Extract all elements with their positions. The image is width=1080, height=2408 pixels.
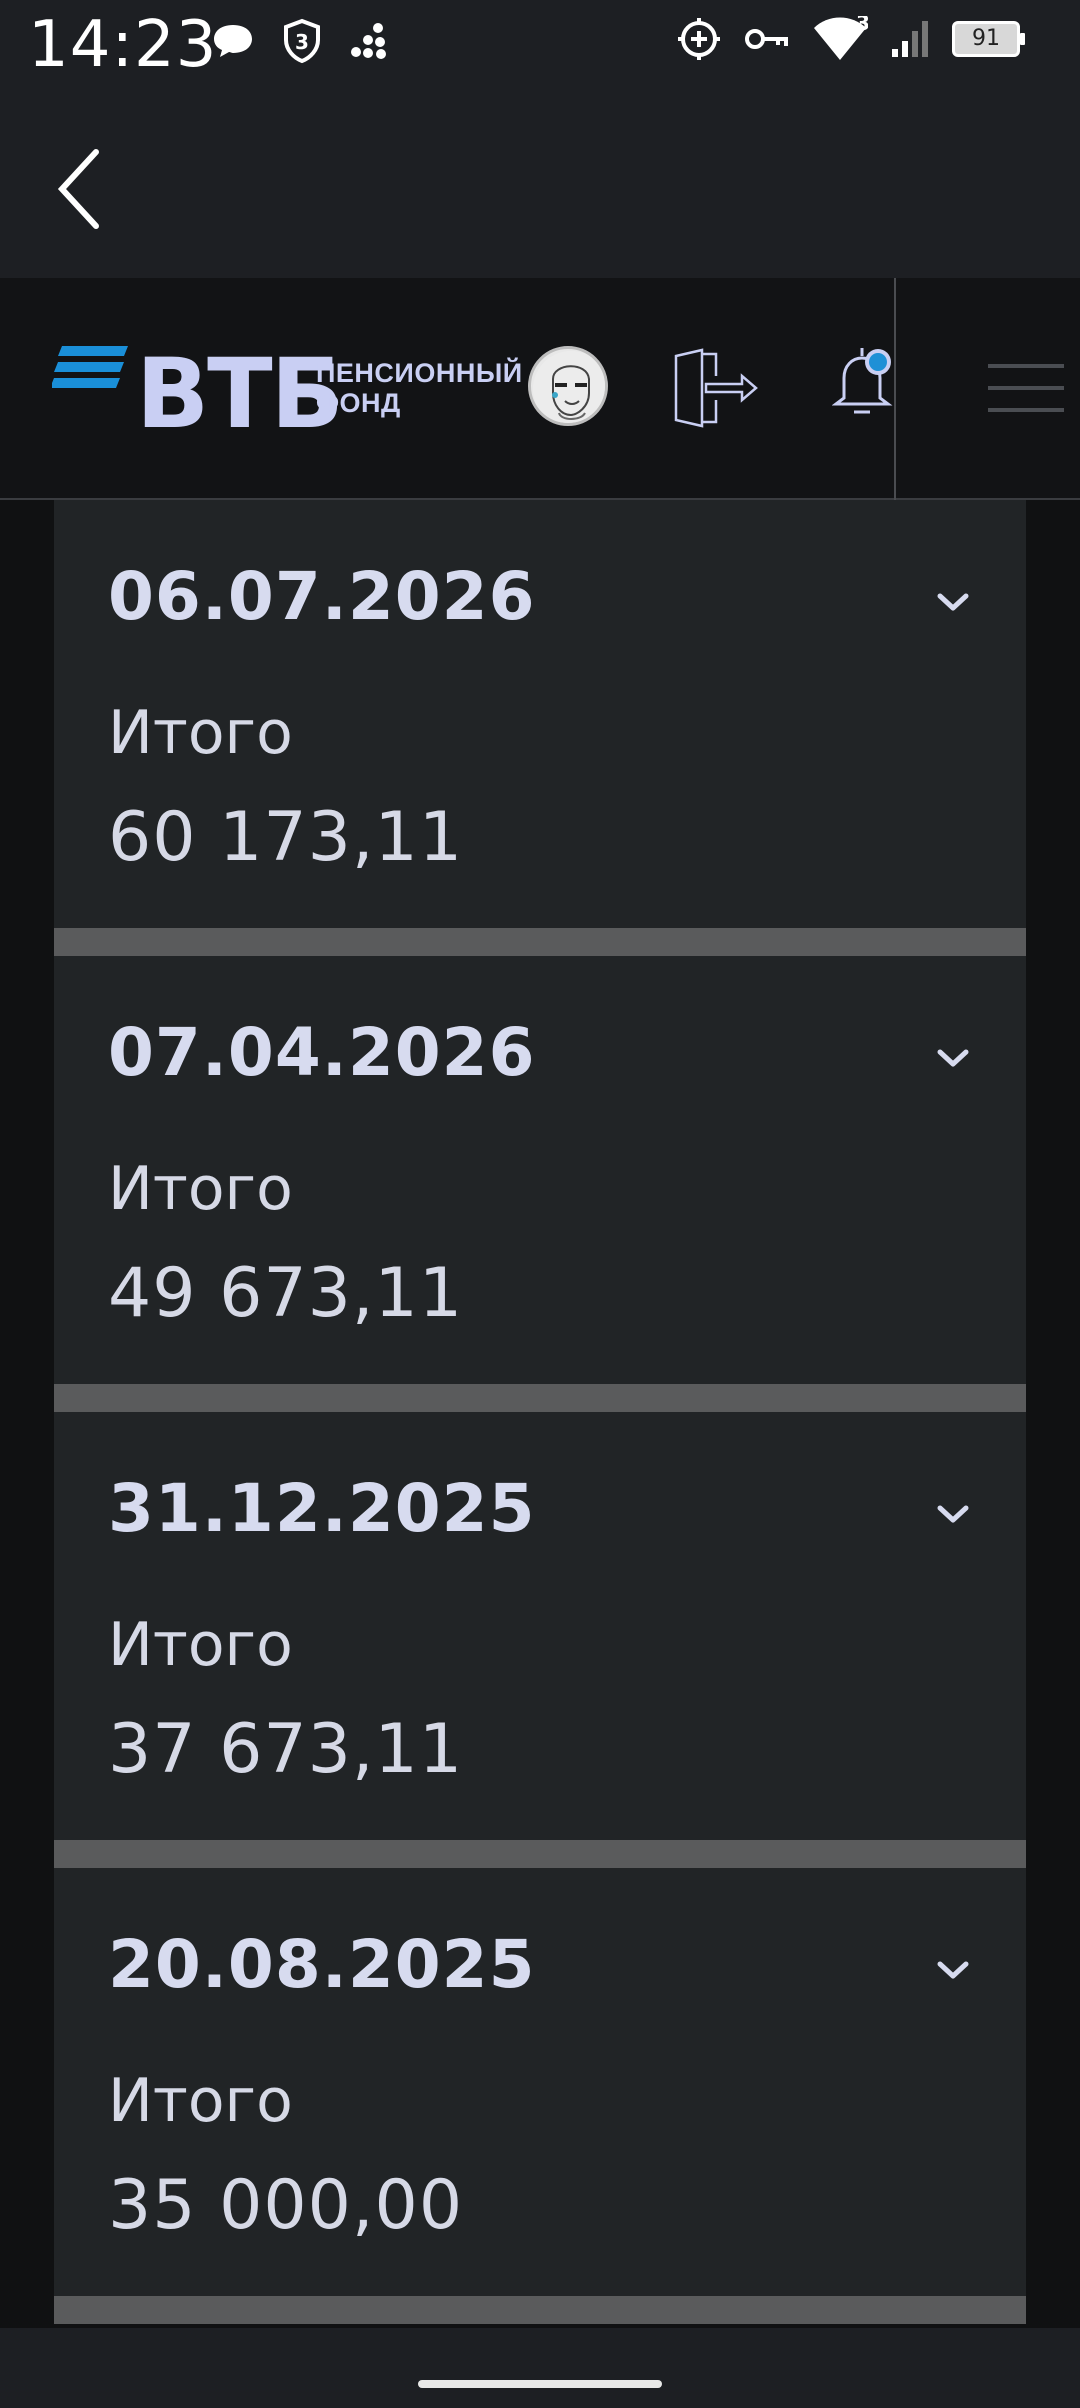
battery-icon: 91 — [952, 21, 1025, 57]
signal-icon — [890, 19, 930, 59]
payment-card[interactable]: 20.08.2025 Итого 35 000,00 — [54, 1868, 1026, 2324]
avatar[interactable] — [528, 346, 608, 426]
payment-card[interactable]: 31.12.2025 Итого 37 673,11 — [54, 1412, 1026, 1868]
vtb-logo[interactable]: ВТБ ПЕНСИОННЫЙ ФОНД — [52, 338, 522, 450]
logo-subtitle-line2: ФОНД — [316, 388, 401, 418]
chevron-down-icon[interactable] — [936, 1046, 970, 1070]
add-circle-icon — [676, 16, 722, 62]
dots-icon — [348, 20, 390, 62]
total-amount: 49 673,11 — [108, 1254, 464, 1333]
total-amount: 60 173,11 — [108, 798, 464, 877]
bell-icon — [831, 348, 893, 414]
chevron-down-icon[interactable] — [936, 590, 970, 614]
logout-icon — [674, 348, 758, 428]
svg-text:3G: 3G — [856, 16, 868, 35]
chevron-down-icon[interactable] — [936, 1958, 970, 1982]
shield-3-icon: 3 — [282, 18, 322, 64]
status-right-icons: 3G 91 — [676, 16, 1025, 62]
home-gesture-handle[interactable] — [418, 2380, 662, 2388]
logo-subtitle: ПЕНСИОННЫЙ ФОНД — [316, 358, 523, 418]
total-label: Итого — [108, 698, 293, 768]
logout-button[interactable] — [672, 348, 758, 428]
chevron-down-icon[interactable] — [936, 1502, 970, 1526]
notification-dot — [869, 353, 887, 371]
key-icon — [744, 24, 790, 54]
chat-bubble-icon — [210, 21, 256, 61]
notifications-button[interactable] — [831, 338, 902, 430]
svg-text:3: 3 — [295, 30, 309, 54]
payment-card[interactable]: 07.04.2026 Итого 49 673,11 — [54, 956, 1026, 1412]
total-label: Итого — [108, 1154, 293, 1224]
status-left-icons: 3 — [210, 18, 390, 64]
total-amount: 37 673,11 — [108, 1710, 464, 1789]
status-time: 14:23 — [28, 8, 218, 82]
header-divider — [894, 278, 896, 500]
back-button[interactable] — [56, 146, 128, 232]
chevron-left-icon — [57, 149, 99, 229]
total-label: Итого — [108, 2066, 293, 2136]
app-header: ВТБ ПЕНСИОННЫЙ ФОНД — [0, 278, 1080, 500]
gesture-bar — [0, 2328, 1080, 2408]
menu-button[interactable] — [986, 360, 1066, 416]
total-label: Итого — [108, 1610, 293, 1680]
payment-date: 20.08.2025 — [108, 1926, 536, 2003]
status-bar: 14:23 3 3G 91 — [0, 0, 1080, 96]
logo-bars-icon — [52, 346, 128, 388]
logo-text: ВТБ — [136, 338, 344, 450]
total-amount: 35 000,00 — [108, 2166, 464, 2245]
nav-bar — [0, 96, 1080, 278]
main-content: 06.07.2026 Итого 60 173,11 07.04.2026 Ит… — [0, 500, 1080, 2328]
logo-subtitle-line1: ПЕНСИОННЫЙ — [316, 358, 523, 388]
payment-date: 07.04.2026 — [108, 1014, 536, 1091]
payment-date: 31.12.2025 — [108, 1470, 536, 1547]
wifi-icon: 3G — [812, 16, 868, 62]
hamburger-menu-icon — [988, 364, 1064, 412]
payment-date: 06.07.2026 — [108, 558, 536, 635]
avatar-image — [533, 351, 605, 423]
payment-card[interactable]: 06.07.2026 Итого 60 173,11 — [54, 500, 1026, 956]
payments-list: 06.07.2026 Итого 60 173,11 07.04.2026 Ит… — [54, 500, 1026, 2324]
